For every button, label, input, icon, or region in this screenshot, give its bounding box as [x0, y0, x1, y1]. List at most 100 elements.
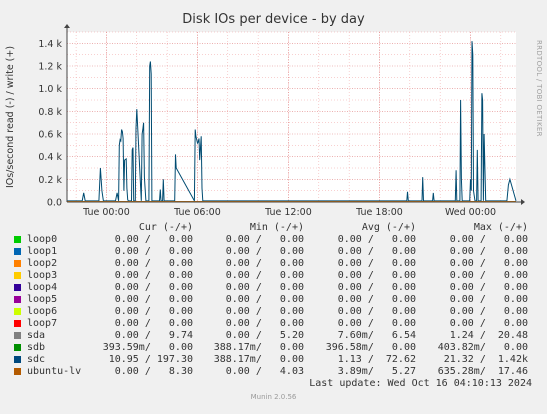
legend-value-avg: 0.00 / 0.00 — [337, 270, 416, 281]
legend-value-min: 0.00 / 0.00 — [225, 294, 304, 305]
legend-value-max: 0.00 / 0.00 — [449, 282, 528, 293]
legend-value-avg: 0.00 / 0.00 — [337, 306, 416, 317]
legend-swatch — [14, 356, 21, 363]
legend-header-avg: Avg (-/+) — [361, 222, 416, 233]
legend-device-name: loop5 — [27, 294, 58, 305]
legend-value-avg: 0.00 / 0.00 — [337, 234, 416, 245]
legend-value-max: 0.00 / 0.00 — [449, 294, 528, 305]
legend-device-name: sdb — [27, 342, 46, 353]
legend-value-cur: 0.00 / 8.30 — [114, 366, 193, 377]
legend-rows: loop0 0.00 / 0.00 0.00 / 0.00 0.00 / 0.00 0.… — [0, 234, 547, 378]
x-axis-arrow — [521, 199, 525, 205]
legend-swatch — [14, 248, 21, 255]
legend-value-cur: 0.00 / 0.00 — [114, 282, 193, 293]
legend-device-name: loop7 — [27, 318, 58, 329]
legend-value-max: 0.00 / 0.00 — [449, 246, 528, 257]
y-axis-arrow — [64, 24, 70, 28]
legend-row: loop0 0.00 / 0.00 0.00 / 0.00 0.00 / 0.00 0.… — [0, 234, 547, 246]
legend-row: loop4 0.00 / 0.00 0.00 / 0.00 0.00 / 0.00 0.… — [0, 282, 547, 294]
legend-value-min: 0.00 / 0.00 — [225, 246, 304, 257]
plot-background — [67, 32, 516, 202]
legend-value-avg: 7.60m/ 6.54 — [337, 330, 416, 341]
legend-row: ubuntu-lv 0.00 / 8.30 0.00 / 4.03 3.89m/ 5.… — [0, 366, 547, 378]
legend-value-cur: 0.00 / 0.00 — [114, 258, 193, 269]
legend-value-min: 0.00 / 0.00 — [225, 282, 304, 293]
y-axis-label: IOs/second read (-) / write (+) — [5, 46, 16, 188]
x-tick-label: Tue 06:00 — [173, 207, 221, 218]
y-tick-label: 0.2 k — [38, 175, 62, 186]
legend-header-row: Cur (-/+) Min (-/+) Avg (-/+) Max (-/+) — [0, 222, 547, 234]
legend-swatch — [14, 320, 21, 327]
legend-device-name: sdc — [27, 354, 46, 365]
y-tick-label: 0.4 k — [38, 152, 62, 163]
y-tick-labels: 0.0 0.2 k 0.4 k 0.6 k 0.8 k 1.0 k 1.2 k 1.4 k — [38, 39, 62, 209]
legend-value-cur: 0.00 / 0.00 — [114, 234, 193, 245]
x-tick-label: Tue 12:00 — [264, 207, 312, 218]
y-tick-label: 0.0 — [47, 198, 62, 209]
x-tick-label: Tue 00:00 — [82, 207, 130, 218]
legend-row: sdb 393.59m/ 0.00 388.17m/ 0.00 396.58m/ 0.… — [0, 342, 547, 354]
x-tick-label: Wed 00:00 — [445, 207, 496, 218]
legend-value-max: 0.00 / 0.00 — [449, 306, 528, 317]
rrdtool-credit: RRDTOOL / TOBI OETIKER — [535, 40, 543, 137]
legend-value-min: 0.00 / 0.00 — [225, 306, 304, 317]
legend-value-max: 0.00 / 0.00 — [449, 258, 528, 269]
legend-row: loop2 0.00 / 0.00 0.00 / 0.00 0.00 / 0.00 0.… — [0, 258, 547, 270]
legend-value-avg: 1.13 / 72.62 — [337, 354, 416, 365]
legend-swatch — [14, 308, 21, 315]
legend-row: sdc 10.95 / 197.30 388.17m/ 0.00 1.13 / 72.… — [0, 354, 547, 366]
y-tick-label: 1.4 k — [38, 39, 62, 50]
legend-swatch — [14, 332, 21, 339]
legend-value-cur: 0.00 / 0.00 — [114, 270, 193, 281]
legend-row: sda 0.00 / 9.74 0.00 / 5.20 7.60m/ 6.54 1.24… — [0, 330, 547, 342]
legend-value-cur: 0.00 / 0.00 — [114, 306, 193, 317]
last-update-row: Last update: Wed Oct 16 04:10:13 2024 — [0, 378, 547, 390]
legend-value-avg: 0.00 / 0.00 — [337, 294, 416, 305]
legend-device-name: loop0 — [27, 234, 58, 245]
legend-header-max: Max (-/+) — [473, 222, 528, 233]
legend-device-name: loop6 — [27, 306, 58, 317]
legend-value-max: 0.00 / 0.00 — [449, 318, 528, 329]
legend-swatch — [14, 368, 21, 375]
y-tick-label: 1.0 k — [38, 84, 62, 95]
legend-header-min: Min (-/+) — [249, 222, 304, 233]
legend-row: loop5 0.00 / 0.00 0.00 / 0.00 0.00 / 0.00 0.… — [0, 294, 547, 306]
legend-row: loop6 0.00 / 0.00 0.00 / 0.00 0.00 / 0.00 0.… — [0, 306, 547, 318]
munin-footer: Munin 2.0.56 — [251, 393, 297, 401]
legend-swatch — [14, 272, 21, 279]
legend-device-name: loop1 — [27, 246, 58, 257]
legend-value-cur: 393.59m/ 0.00 — [102, 342, 193, 353]
legend-swatch — [14, 344, 21, 351]
legend-row: loop1 0.00 / 0.00 0.00 / 0.00 0.00 / 0.00 0.… — [0, 246, 547, 258]
legend-value-avg: 0.00 / 0.00 — [337, 258, 416, 269]
x-tick-labels: Tue 00:00 Tue 06:00 Tue 12:00 Tue 18:00 Wed … — [82, 207, 496, 218]
legend-device-name: ubuntu-lv — [27, 366, 82, 377]
legend-value-max: 635.28m/ 17.46 — [437, 366, 528, 377]
legend-device-name: loop3 — [27, 270, 58, 281]
legend-swatch — [14, 296, 21, 303]
legend-value-avg: 0.00 / 0.00 — [337, 318, 416, 329]
legend-value-cur: 0.00 / 9.74 — [114, 330, 193, 341]
legend-value-avg: 0.00 / 0.00 — [337, 246, 416, 257]
legend-value-cur: 0.00 / 0.00 — [114, 318, 193, 329]
y-tick-label: 0.8 k — [38, 107, 62, 118]
legend-value-max: 0.00 / 0.00 — [449, 270, 528, 281]
legend-value-max: 403.82m/ 0.00 — [437, 342, 528, 353]
last-update: Last update: Wed Oct 16 04:10:13 2024 — [309, 378, 532, 389]
legend-header-cur: Cur (-/+) — [138, 222, 193, 233]
legend-device-name: sda — [27, 330, 46, 341]
legend-value-max: 0.00 / 0.00 — [449, 234, 528, 245]
legend-value-cur: 10.95 / 197.30 — [108, 354, 193, 365]
y-tick-label: 0.6 k — [38, 130, 62, 141]
legend-value-min: 0.00 / 0.00 — [225, 258, 304, 269]
legend-value-max: 21.32 / 1.42k — [443, 354, 528, 365]
legend-swatch — [14, 260, 21, 267]
chart-title: Disk IOs per device - by day — [182, 12, 365, 27]
legend-value-min: 0.00 / 5.20 — [225, 330, 304, 341]
legend-table: Cur (-/+) Min (-/+) Avg (-/+) Max (-/+) … — [0, 222, 547, 390]
legend-value-avg: 396.58m/ 0.00 — [325, 342, 416, 353]
legend-value-min: 0.00 / 0.00 — [225, 234, 304, 245]
legend-value-min: 388.17m/ 0.00 — [213, 342, 304, 353]
legend-swatch — [14, 284, 21, 291]
legend-row: loop3 0.00 / 0.00 0.00 / 0.00 0.00 / 0.00 0.… — [0, 270, 547, 282]
